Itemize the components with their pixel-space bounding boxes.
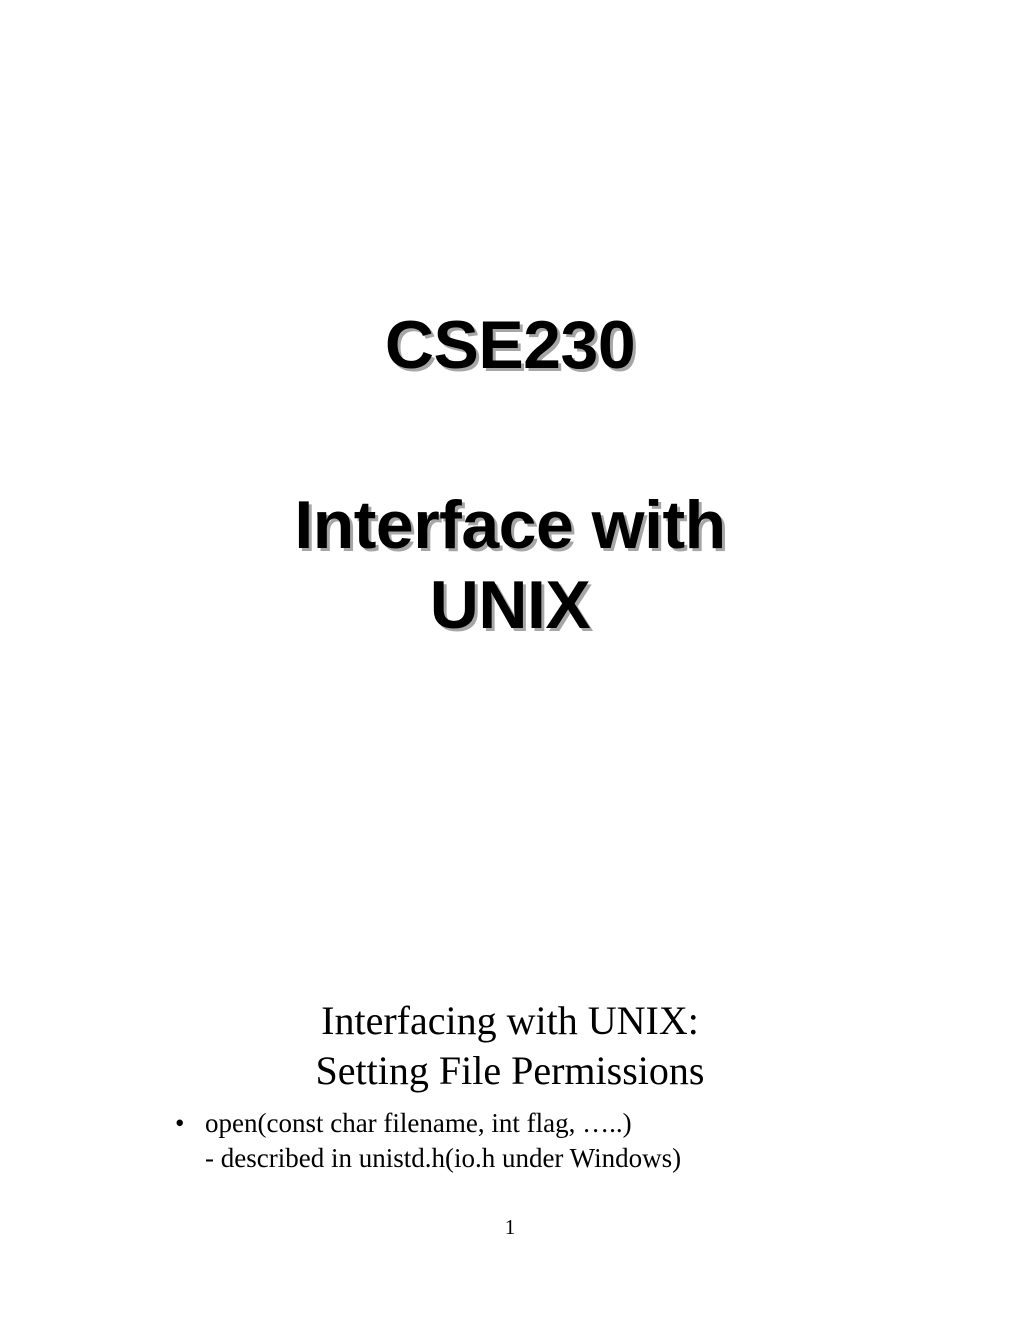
section-heading-line-2: Setting File Permissions — [0, 1046, 1020, 1096]
bullet-text: open(const char filename, int flag, …..) — [205, 1108, 632, 1138]
section-heading-line-1: Interfacing with UNIX: — [0, 996, 1020, 1046]
bullet-list: open(const char filename, int flag, …..)… — [0, 1106, 1020, 1176]
slide-page: CSE230 Interface with UNIX Interfacing w… — [0, 0, 1020, 1320]
bullet-subtext: - described in unistd.h(io.h under Windo… — [205, 1141, 900, 1176]
subtitle-line-2: UNIX — [0, 565, 1020, 645]
list-item: open(const char filename, int flag, …..)… — [175, 1106, 900, 1176]
title-block: CSE230 Interface with UNIX — [0, 305, 1020, 646]
subtitle-line-1: Interface with — [0, 485, 1020, 565]
page-number: 1 — [0, 1215, 1020, 1240]
subtitle-group: Interface with UNIX — [0, 485, 1020, 645]
content-section: Interfacing with UNIX: Setting File Perm… — [0, 996, 1020, 1176]
course-code-title: CSE230 — [0, 305, 1020, 385]
